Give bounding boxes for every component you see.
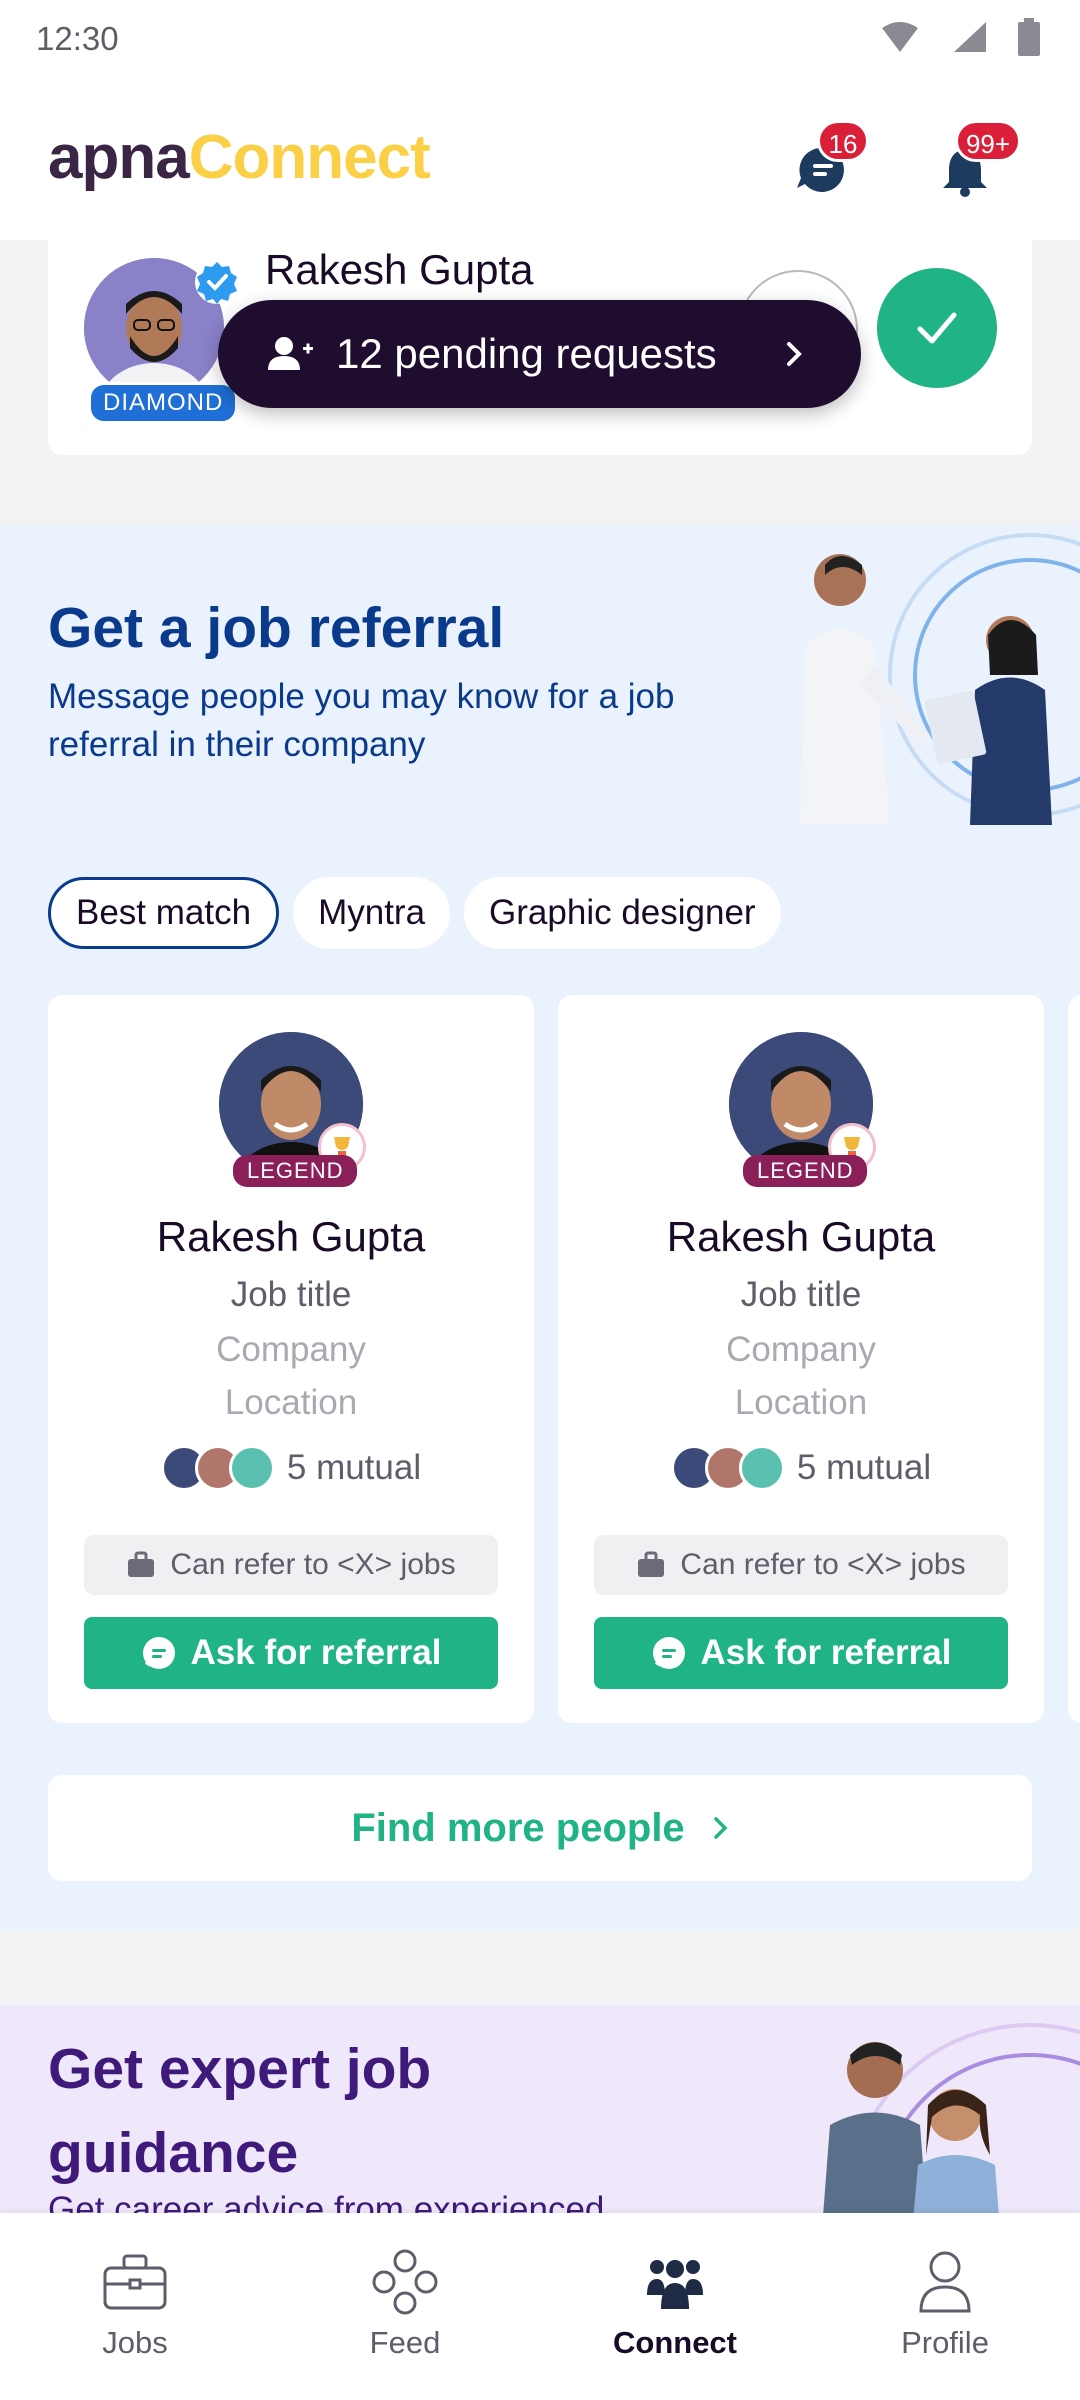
- message-icon: [142, 1637, 175, 1669]
- chip-best-match[interactable]: Best match: [48, 877, 280, 949]
- avatar: [738, 1445, 785, 1491]
- brand-part-2: Connect: [188, 123, 431, 192]
- nav-profile-label: Profile: [901, 2325, 989, 2360]
- person-location: Location: [224, 1383, 358, 1422]
- wifi-icon: [882, 22, 918, 52]
- refer-text: Can refer to <X> jobs: [170, 1548, 456, 1581]
- signal-icon: [954, 22, 986, 52]
- ask-for-referral-button[interactable]: Ask for referral: [594, 1617, 1008, 1689]
- nav-connect-label: Connect: [613, 2325, 737, 2360]
- chip-myntra[interactable]: Myntra: [293, 877, 451, 949]
- briefcase-icon: [128, 1551, 155, 1577]
- tier-badge: DIAMOND: [88, 382, 239, 424]
- people-carousel[interactable]: LEGEND Rakesh Gupta Job title Company Lo…: [48, 995, 1080, 1723]
- messages-badge: 16: [817, 120, 869, 162]
- person-job-title: Job title: [230, 1275, 352, 1314]
- referral-subtitle: Message people you may know for a job re…: [48, 677, 675, 764]
- find-more-people-button[interactable]: Find more people: [48, 1775, 1032, 1881]
- expert-title: Get expert job guidance: [48, 2037, 432, 2185]
- refer-info: Can refer to <X> jobs: [594, 1535, 1008, 1595]
- bottom-navigation: Jobs Feed Connect Profile: [0, 2213, 1080, 2400]
- job-referral-section: Get a job referral Message people you ma…: [0, 525, 1080, 1930]
- person-company: Company: [216, 1330, 366, 1369]
- mutual-count: 5 mutual: [796, 1448, 932, 1487]
- brand-logo: apnaConnect: [48, 122, 431, 193]
- nav-jobs[interactable]: Jobs: [0, 2213, 270, 2400]
- nav-feed-label: Feed: [369, 2325, 441, 2360]
- person-name: Rakesh Gupta: [666, 1213, 936, 1260]
- person-card[interactable]: LEGEND Rakesh Gupta Job title Company Lo…: [48, 995, 534, 1723]
- mutual-avatars: [670, 1445, 785, 1491]
- accept-button[interactable]: [877, 268, 997, 388]
- battery-icon: [1018, 18, 1040, 56]
- nav-feed[interactable]: Feed: [270, 2213, 540, 2400]
- connection-name: Rakesh Gupta: [265, 246, 534, 293]
- chip-graphic-designer[interactable]: Graphic designer: [464, 877, 781, 949]
- ask-for-referral-label: Ask for referral: [190, 1633, 442, 1672]
- avatar: [228, 1445, 275, 1491]
- status-time: 12:30: [36, 20, 119, 57]
- check-icon: [917, 312, 957, 344]
- pending-requests-label: 12 pending requests: [336, 330, 717, 377]
- status-icons: [880, 18, 1040, 56]
- chevron-right-icon: [787, 342, 802, 366]
- legend-badge: LEGEND: [233, 1155, 358, 1187]
- person-name: Rakesh Gupta: [156, 1213, 426, 1260]
- nav-jobs-label: Jobs: [102, 2325, 168, 2360]
- ask-for-referral-button[interactable]: Ask for referral: [84, 1617, 498, 1689]
- notifications-button[interactable]: 99+: [925, 120, 1021, 200]
- mutual-avatars: [160, 1445, 275, 1491]
- message-icon: [652, 1637, 685, 1669]
- legend-badge: LEGEND: [743, 1155, 868, 1187]
- add-person-icon: [268, 337, 313, 370]
- chevron-right-icon: [713, 1817, 728, 1839]
- nav-connect[interactable]: Connect: [540, 2213, 810, 2400]
- verified-icon: [195, 260, 239, 304]
- person-location: Location: [734, 1383, 868, 1422]
- person-card[interactable]: LEGEND Rakesh Gupta Job title Company Lo…: [558, 995, 1044, 1723]
- referral-title: Get a job referral: [48, 596, 505, 660]
- ask-for-referral-label: Ask for referral: [700, 1633, 952, 1672]
- person-job-title: Job title: [740, 1275, 862, 1314]
- briefcase-icon: [103, 2254, 167, 2310]
- person-company: Company: [726, 1330, 876, 1369]
- filter-chips: Best match Myntra Graphic designer: [48, 877, 781, 949]
- brand-part-1: apna: [48, 123, 190, 192]
- mutual-count: 5 mutual: [286, 1448, 422, 1487]
- nav-profile[interactable]: Profile: [810, 2213, 1080, 2400]
- briefcase-icon: [638, 1551, 665, 1577]
- status-bar: 12:30: [0, 0, 1080, 80]
- refer-text: Can refer to <X> jobs: [680, 1548, 966, 1581]
- feed-icon: [372, 2249, 438, 2315]
- profile-icon: [919, 2251, 971, 2313]
- mutual-connections[interactable]: 5 mutual: [558, 1445, 1044, 1491]
- app-header: apnaConnect 16 99+: [0, 80, 1080, 240]
- person-card-peek[interactable]: [1068, 995, 1080, 1723]
- notifications-badge: 99+: [955, 120, 1021, 162]
- pending-requests-button[interactable]: 12 pending requests: [218, 300, 861, 408]
- refer-info: Can refer to <X> jobs: [84, 1535, 498, 1595]
- people-icon: [647, 2260, 703, 2309]
- messages-button[interactable]: 16: [783, 120, 869, 200]
- handshake-illustration: [800, 533, 1080, 825]
- mutual-connections[interactable]: 5 mutual: [48, 1445, 534, 1491]
- find-more-label: Find more people: [351, 1805, 685, 1850]
